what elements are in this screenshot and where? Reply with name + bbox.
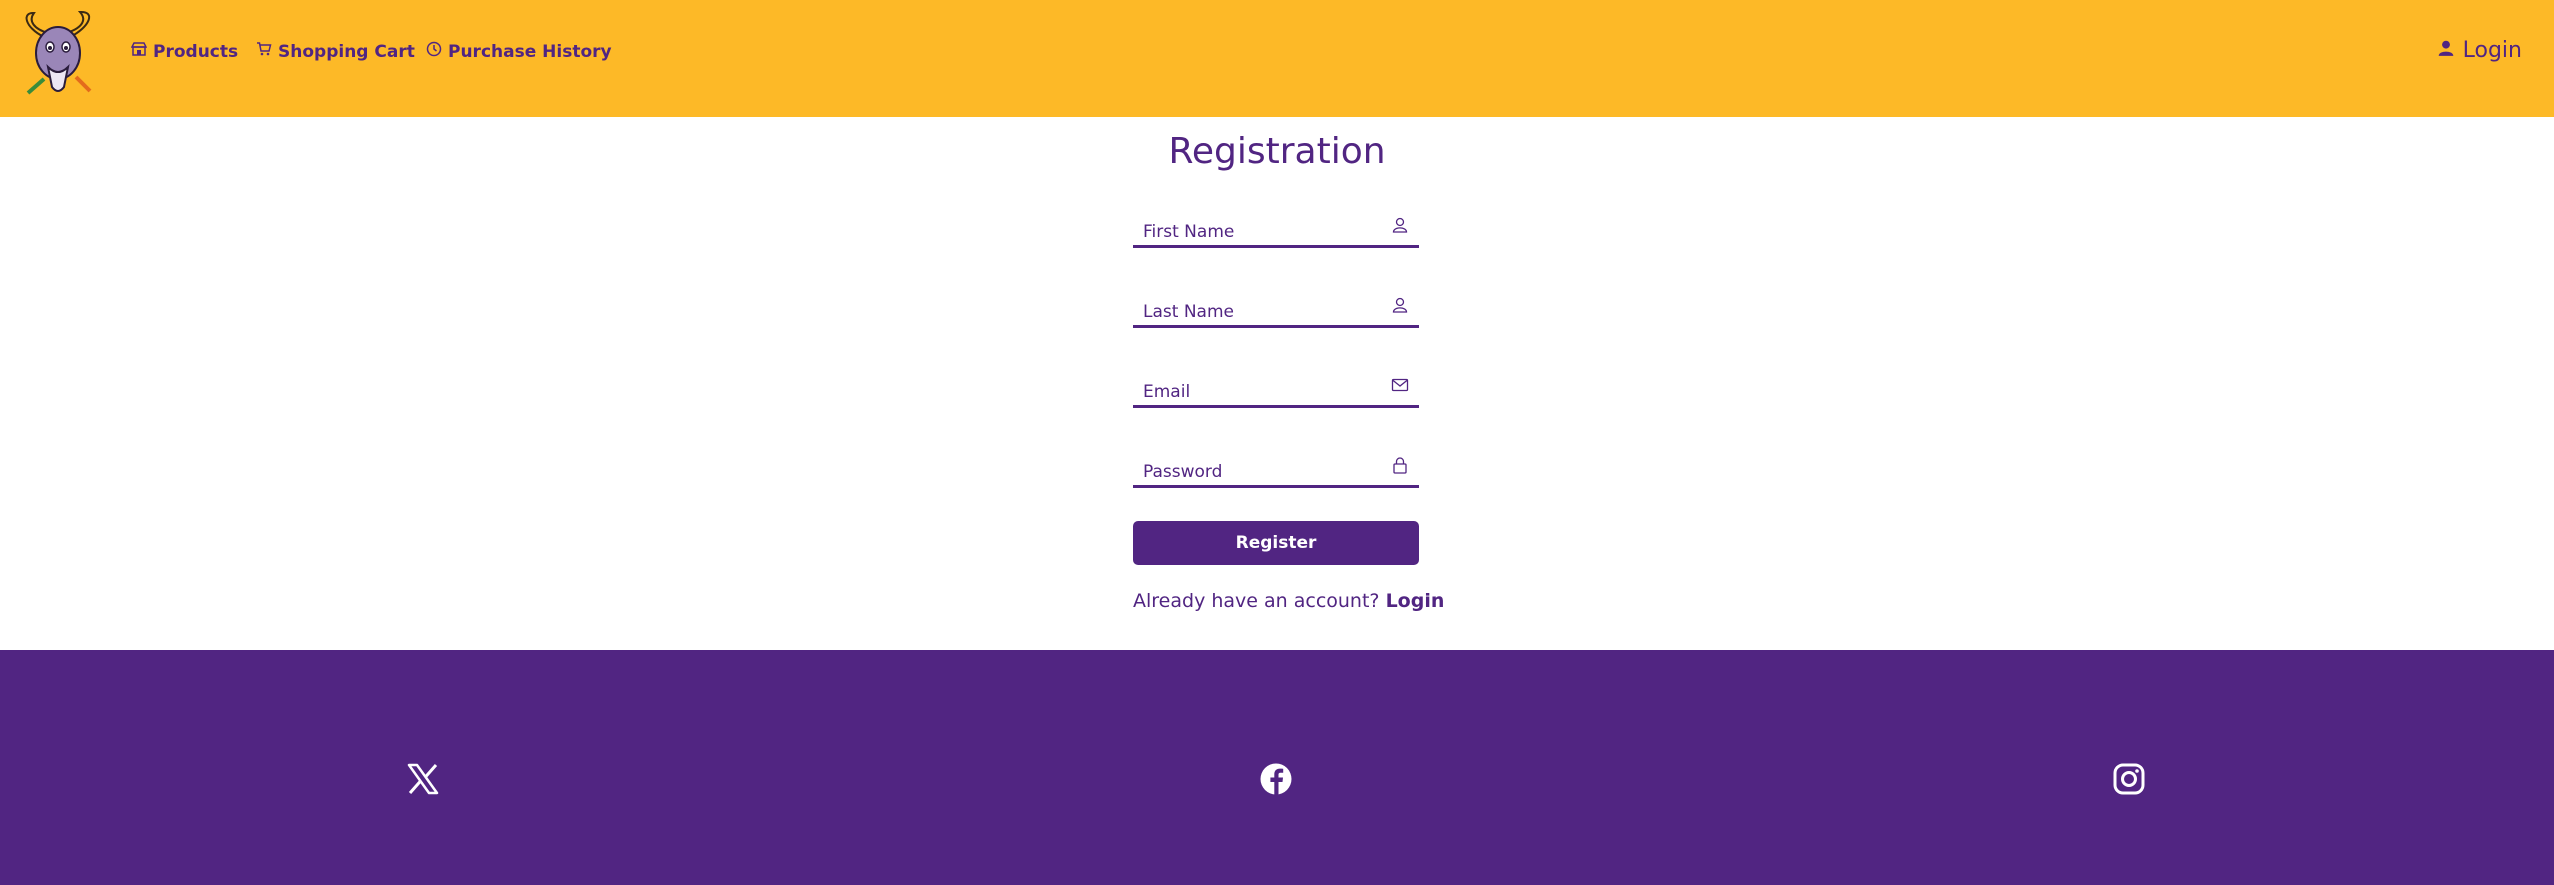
top-navbar: Products Shopping Cart Purchase History … <box>0 0 2554 117</box>
user-icon <box>2437 38 2455 63</box>
user-icon <box>1391 296 1409 314</box>
lock-icon <box>1391 456 1409 474</box>
login-link[interactable]: Login <box>2437 38 2522 63</box>
mail-icon <box>1391 376 1409 394</box>
login-label: Login <box>2462 38 2522 63</box>
login-prompt-text: Already have an account? <box>1133 590 1380 612</box>
email-input[interactable] <box>1143 380 1383 404</box>
email-field <box>1133 368 1419 408</box>
x-icon[interactable] <box>406 762 440 796</box>
nav-shopping-cart[interactable]: Shopping Cart <box>256 41 415 62</box>
first-name-field <box>1133 208 1419 248</box>
registration-section: Registration Register Already have an ac… <box>0 117 2554 650</box>
password-field <box>1133 448 1419 488</box>
user-icon <box>1391 216 1409 234</box>
nav-products-label: Products <box>153 41 239 62</box>
last-name-input[interactable] <box>1143 300 1383 324</box>
login-link-bottom[interactable]: Login <box>1386 590 1445 612</box>
nav-products[interactable]: Products <box>130 41 239 62</box>
clock-icon <box>426 41 442 62</box>
password-input[interactable] <box>1143 460 1383 484</box>
instagram-icon[interactable] <box>2112 762 2146 796</box>
nav-shopping-cart-label: Shopping Cart <box>278 41 415 62</box>
facebook-icon[interactable] <box>1259 762 1293 796</box>
nav-purchase-history-label: Purchase History <box>448 41 612 62</box>
register-button[interactable]: Register <box>1133 521 1419 565</box>
login-prompt: Already have an account? Login <box>1133 590 1444 612</box>
cart-icon <box>256 41 272 62</box>
footer <box>0 650 2554 885</box>
page-title: Registration <box>1168 131 1386 172</box>
nav-purchase-history[interactable]: Purchase History <box>426 41 612 62</box>
last-name-field <box>1133 288 1419 328</box>
first-name-input[interactable] <box>1143 220 1383 244</box>
goat-logo[interactable] <box>14 7 102 99</box>
storefront-icon <box>130 41 148 62</box>
